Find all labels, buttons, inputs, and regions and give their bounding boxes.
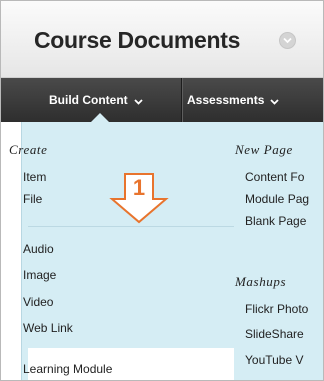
menu-item-item[interactable]: Item [23, 170, 46, 184]
page-title: Course Documents [34, 27, 241, 53]
menu-item-blank-page[interactable]: Blank Page [245, 214, 306, 228]
section-heading-create: Create [9, 142, 48, 157]
tab-bar: Build Content Assessments [1, 78, 323, 122]
menu-item-flickr-photo[interactable]: Flickr Photo [245, 302, 308, 316]
tab-assessments[interactable]: Assessments [187, 78, 280, 123]
menu-item-learning-module-label: Learning Module [23, 362, 113, 376]
build-content-menu: Create Item File Audio Image Video Web L… [9, 122, 323, 380]
section-heading-new-page: New Page [235, 142, 293, 157]
menu-item-web-link[interactable]: Web Link [23, 321, 73, 335]
callout-marker: 1 [109, 173, 169, 233]
tab-build-content-label: Build Content [49, 93, 128, 107]
menu-item-video[interactable]: Video [23, 295, 53, 309]
chevron-down-icon [134, 79, 143, 123]
tab-divider-highlight [182, 78, 183, 122]
chevron-down-circle-icon[interactable] [279, 32, 296, 49]
chevron-down-icon [270, 79, 280, 123]
menu-item-audio[interactable]: Audio [23, 242, 54, 256]
callout-number: 1 [132, 175, 146, 200]
menu-item-slideshare[interactable]: SlideShare [245, 327, 304, 341]
section-heading-mashups: Mashups [235, 274, 287, 289]
menu-item-file[interactable]: File [23, 192, 42, 206]
menu-item-content-folder[interactable]: Content Fo [245, 170, 304, 184]
menu-item-module-page[interactable]: Module Pag [245, 192, 309, 206]
screenshot-frame: Course Documents Build Content Assessmen… [0, 0, 324, 381]
menu-item-youtube-video[interactable]: YouTube V [245, 353, 304, 367]
page-header: Course Documents [1, 1, 323, 78]
menu-item-image[interactable]: Image [23, 268, 56, 282]
tab-assessments-label: Assessments [187, 93, 265, 107]
